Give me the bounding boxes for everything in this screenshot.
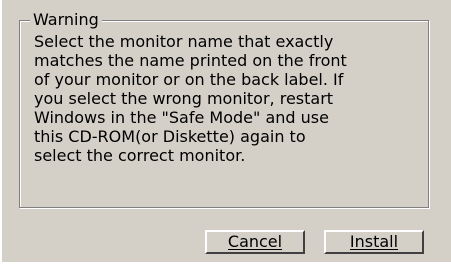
install-dialog: Warning Select the monitor name that exa… (2, 0, 451, 262)
install-button[interactable]: Install (324, 230, 424, 254)
install-button-label: Install (349, 232, 399, 251)
cancel-button[interactable]: Cancel (205, 230, 305, 254)
warning-message: Select the monitor name that exactly mat… (34, 32, 347, 165)
cancel-button-label: Cancel (227, 232, 283, 251)
warning-group-label: Warning (30, 10, 102, 30)
